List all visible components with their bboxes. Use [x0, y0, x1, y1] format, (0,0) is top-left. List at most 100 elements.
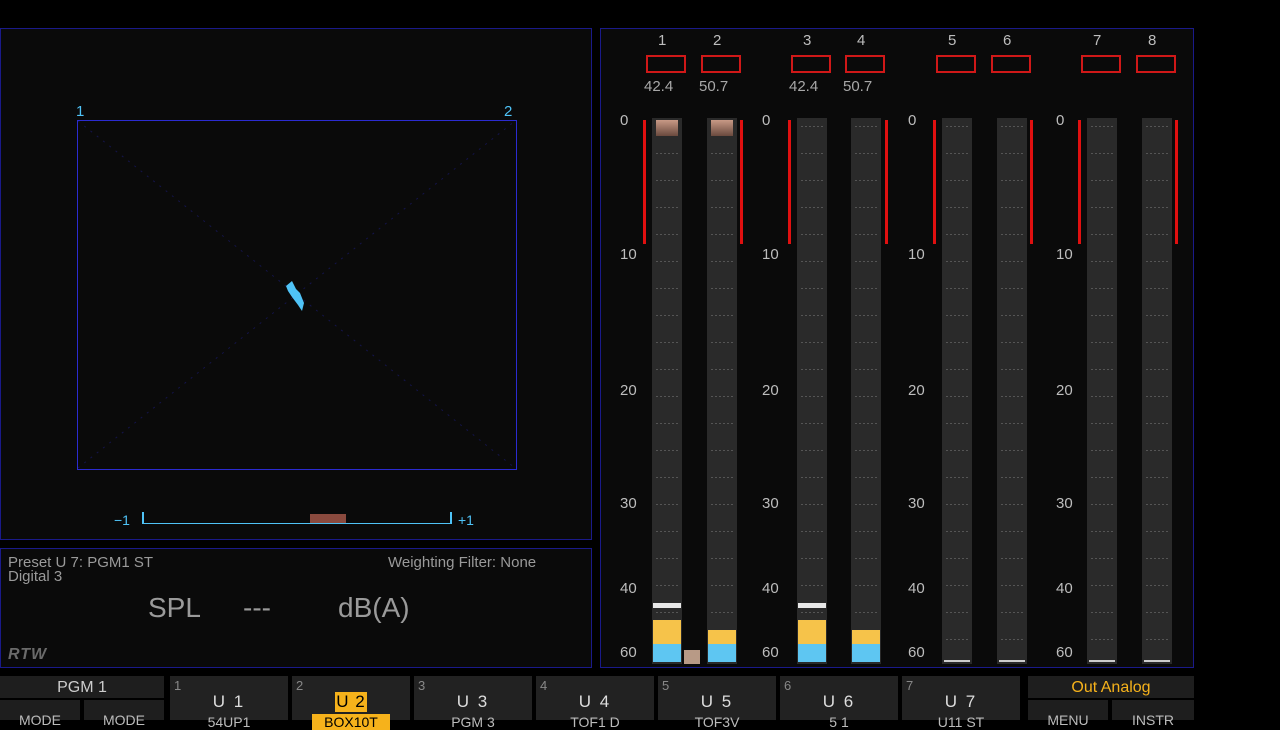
- preset-button-u2[interactable]: 2 U 2 BOX10T: [292, 676, 410, 730]
- meter-tick: [1146, 342, 1168, 343]
- meter-tick: [1146, 369, 1168, 370]
- meter-tick: [1001, 342, 1023, 343]
- preset-button-sub: 5 1: [829, 714, 849, 730]
- peak-hold-box: [646, 55, 686, 73]
- mode-label-2: MODE: [103, 712, 145, 728]
- output-selector[interactable]: Out Analog: [1028, 676, 1194, 698]
- preset-button-sub: TOF1 D: [570, 714, 620, 730]
- preset-button-sub: 54UP1: [207, 714, 251, 730]
- preset-button-label: U 4: [578, 692, 612, 711]
- meter-layer: 0 10 20 30 40 60 0 10 20 30 40 60 0 10 20 30 40 60 0 10 20 30…: [0, 0, 1280, 680]
- preset-button-label: U 2: [335, 692, 367, 712]
- meter-tick: [801, 396, 823, 397]
- preset-button-number: 7: [906, 678, 914, 693]
- meter-tick: [946, 450, 968, 451]
- mode-button-2[interactable]: MODE: [84, 700, 164, 728]
- meter-tick: [946, 342, 968, 343]
- meter-tick: [711, 315, 733, 316]
- preset-button-u5[interactable]: 5 U 5 TOF3V: [658, 676, 776, 730]
- meter-tick: [711, 477, 733, 478]
- meter-tick: [801, 126, 823, 127]
- meter-scale-label: 10: [1056, 246, 1073, 263]
- meter-tick: [1001, 315, 1023, 316]
- meter-tick: [1091, 180, 1113, 181]
- meter-tick: [711, 504, 733, 505]
- meter-red-zone: [740, 120, 743, 244]
- meter-channel-number: 5: [948, 32, 957, 49]
- meter-tick: [711, 207, 733, 208]
- meter-tick: [801, 477, 823, 478]
- meter-tick: [1001, 126, 1023, 127]
- meter-tick: [1146, 315, 1168, 316]
- meter-tick: [1146, 207, 1168, 208]
- preset-button-u3[interactable]: 3 U 3 PGM 3: [414, 676, 532, 730]
- meter-tick: [1001, 369, 1023, 370]
- meter-bar-bg: [1142, 118, 1172, 664]
- meter-scale-label: 30: [1056, 495, 1073, 512]
- meter-tick: [1091, 261, 1113, 262]
- pgm-selector[interactable]: PGM 1: [0, 676, 164, 698]
- meter-floor: [1089, 660, 1115, 662]
- meter-tick: [1146, 585, 1168, 586]
- meter-channel-number: 2: [713, 32, 722, 49]
- meter-tick: [855, 153, 877, 154]
- preset-button-u1[interactable]: 1 U 1 54UP1: [170, 676, 288, 730]
- meter-tick: [656, 612, 678, 613]
- meter-floor: [1144, 660, 1170, 662]
- meter-tick: [801, 504, 823, 505]
- mode-button-1[interactable]: MODE: [0, 700, 80, 728]
- meter-tick: [711, 612, 733, 613]
- meter-red-zone: [1078, 120, 1081, 244]
- meter-fill-yellow: [798, 620, 826, 644]
- meter-tick: [946, 207, 968, 208]
- meter-fill-blue: [852, 644, 880, 662]
- meter-scale-label: 30: [908, 495, 925, 512]
- meter-scale-label: 30: [620, 495, 637, 512]
- meter-tick: [656, 558, 678, 559]
- meter-tick: [801, 288, 823, 289]
- meter-red-zone: [885, 120, 888, 244]
- meter-tick: [711, 396, 733, 397]
- meter-tick: [656, 396, 678, 397]
- peak-hold-box: [1081, 55, 1121, 73]
- meter-tick: [855, 369, 877, 370]
- meter-tick: [1001, 423, 1023, 424]
- meter-tick: [801, 342, 823, 343]
- preset-button-number: 5: [662, 678, 670, 693]
- meter-tick: [656, 477, 678, 478]
- peak-hold-box: [791, 55, 831, 73]
- preset-button-u4[interactable]: 4 U 4 TOF1 D: [536, 676, 654, 730]
- menu-button[interactable]: MENU: [1028, 700, 1108, 728]
- meter-tick: [1091, 126, 1113, 127]
- meter-tick: [855, 531, 877, 532]
- peak-value: 42.4: [789, 78, 819, 95]
- meter-tick: [711, 261, 733, 262]
- meter-tick: [711, 423, 733, 424]
- meter-tick: [656, 504, 678, 505]
- peak-hold-box: [701, 55, 741, 73]
- meter-tick: [946, 396, 968, 397]
- meter-tick: [1146, 639, 1168, 640]
- meter-tick: [946, 126, 968, 127]
- mode-label-1: MODE: [19, 712, 61, 728]
- meter-tick: [1091, 153, 1113, 154]
- meter-tick: [656, 423, 678, 424]
- meter-fill-blue: [653, 644, 681, 662]
- pgm-label: PGM 1: [57, 679, 107, 696]
- meter-red-zone: [1030, 120, 1033, 244]
- meter-tick: [1146, 558, 1168, 559]
- meter-tick: [1146, 450, 1168, 451]
- preset-button-u7[interactable]: 7 U 7 U11 ST: [902, 676, 1020, 730]
- peak-value: 50.7: [699, 78, 729, 95]
- meter-scale-label: 10: [762, 246, 779, 263]
- meter-peak-marker: [798, 603, 826, 608]
- preset-button-u6[interactable]: 6 U 6 5 1: [780, 676, 898, 730]
- preset-button-label: U 1: [212, 692, 246, 711]
- meter-tick: [855, 342, 877, 343]
- meter-scale-label: 0: [908, 112, 917, 129]
- meter-tick: [855, 477, 877, 478]
- meter-tick: [946, 315, 968, 316]
- meter-scale-label: 0: [1056, 112, 1065, 129]
- meter-tick: [946, 234, 968, 235]
- instr-button[interactable]: INSTR: [1112, 700, 1194, 728]
